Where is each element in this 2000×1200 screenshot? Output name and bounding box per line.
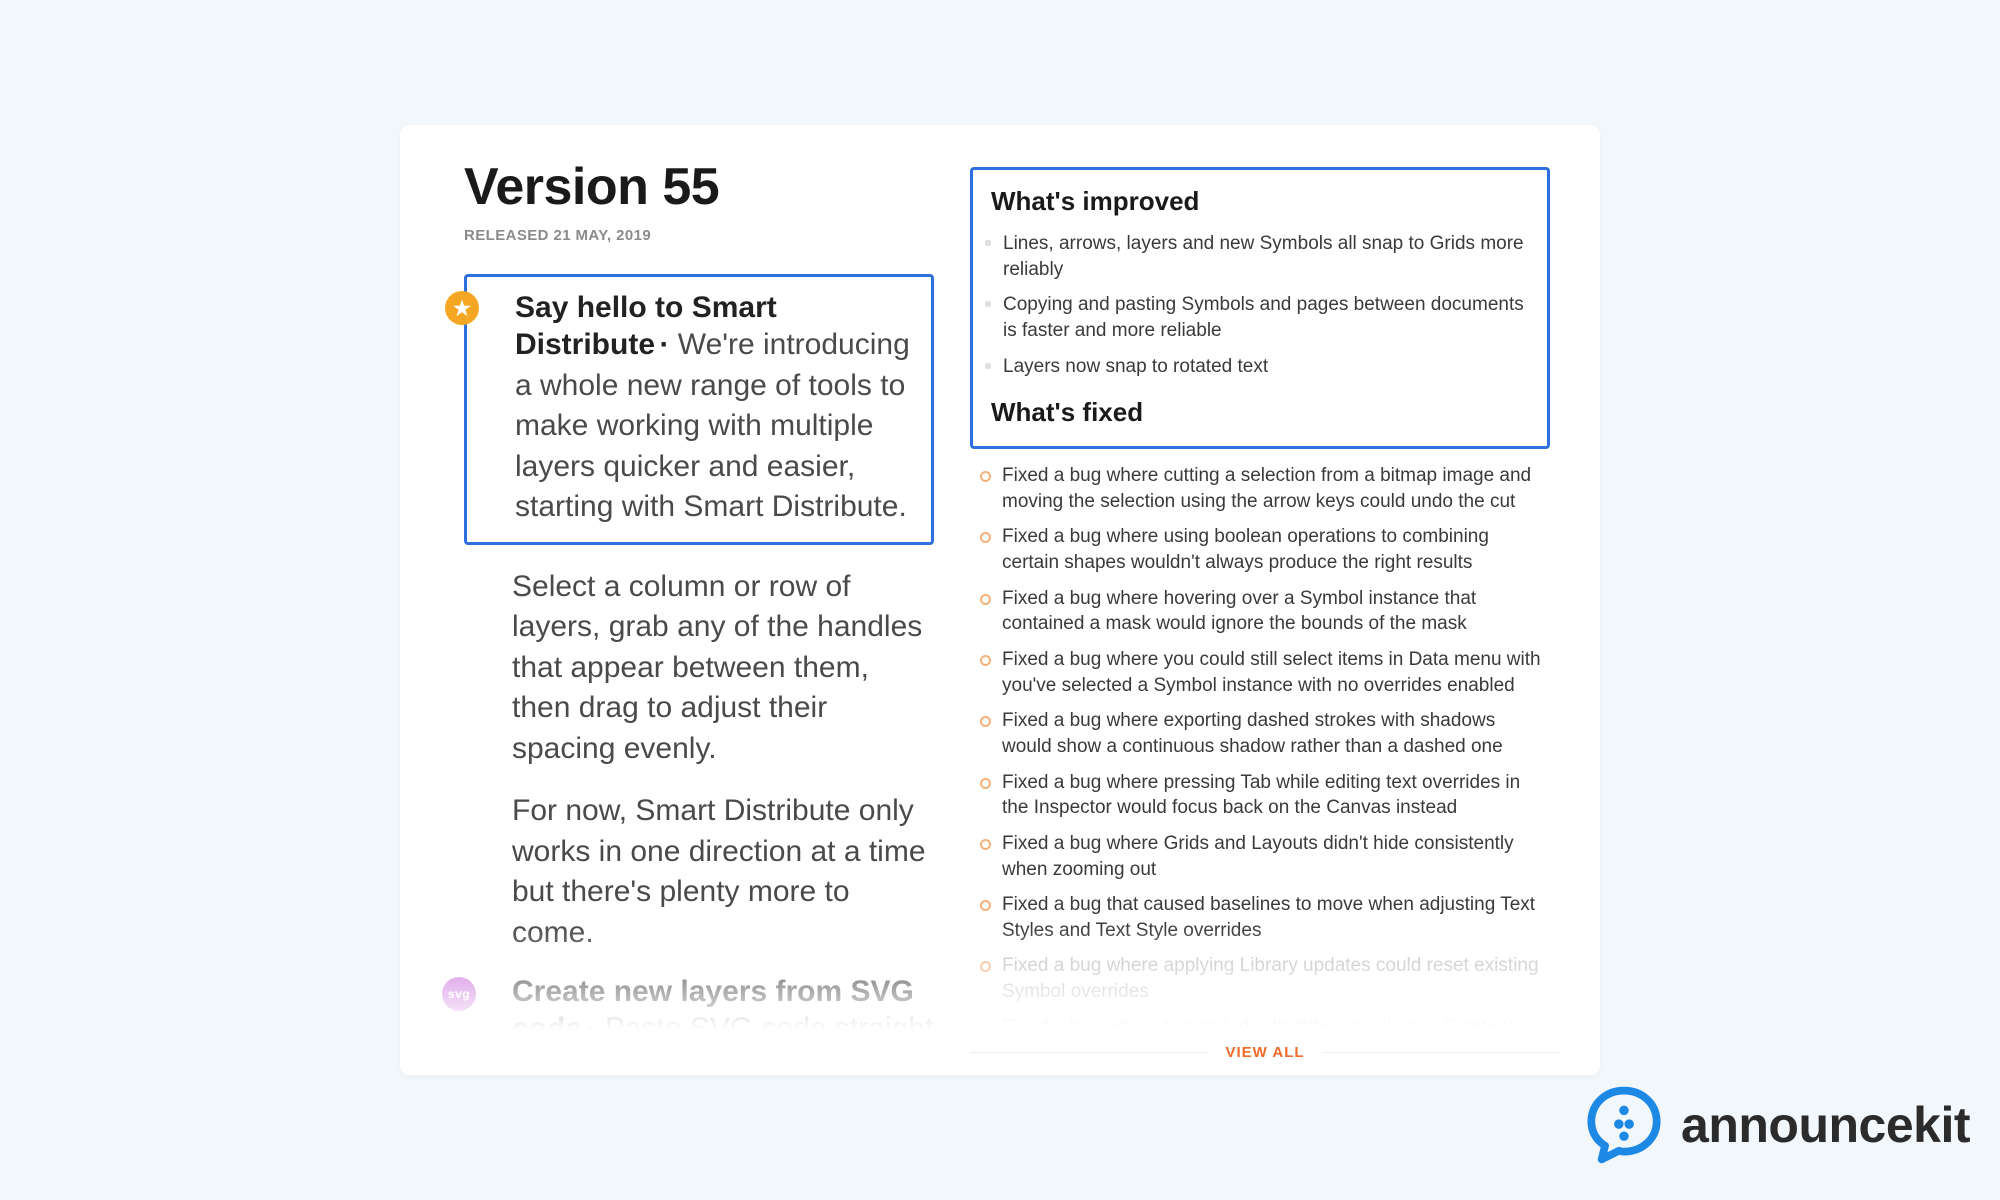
star-icon: ★ — [445, 291, 479, 325]
improved-list: Lines, arrows, layers and new Symbols al… — [991, 231, 1529, 379]
list-item: Lines, arrows, layers and new Symbols al… — [991, 231, 1529, 282]
announcekit-icon — [1581, 1082, 1667, 1168]
release-notes-card: Version 55 RELEASED 21 MAY, 2019 ★ Say h… — [400, 125, 1600, 1075]
divider — [970, 1052, 1207, 1053]
list-item: Fixed a bug where cutting a selection fr… — [988, 463, 1550, 514]
svg-icon: svg — [442, 977, 476, 1011]
fixed-list: Fixed a bug where cutting a selection fr… — [970, 463, 1550, 1066]
feature-svg-code: svg Create new layers from SVG code · Pa… — [464, 975, 934, 1075]
brand-logo: announcekit — [1581, 1082, 1970, 1168]
divider — [1323, 1052, 1560, 1053]
page-title: Version 55 — [464, 157, 934, 217]
list-item: Fixed a bug where exporting dashed strok… — [988, 708, 1550, 759]
list-item: Copying and pasting Symbols and pages be… — [991, 292, 1529, 343]
paragraph: For now, Smart Distribute only works in … — [464, 791, 934, 953]
feature-smart-distribute: ★ Say hello to Smart Distribute · We're … — [464, 274, 934, 545]
list-item: Fixed a bug that caused baselines to mov… — [988, 892, 1550, 943]
list-item: Fixed a bug where pressing Tab while edi… — [988, 770, 1550, 821]
list-item: Fixed a bug where using boolean operatio… — [988, 524, 1550, 575]
improved-and-fixed-highlight: What's improved Lines, arrows, layers an… — [970, 167, 1550, 449]
view-all-button[interactable]: VIEW ALL — [1207, 1044, 1322, 1061]
list-item: Layers now snap to rotated text — [991, 354, 1529, 380]
left-column: Version 55 RELEASED 21 MAY, 2019 ★ Say h… — [464, 157, 934, 1075]
improved-heading: What's improved — [991, 186, 1529, 217]
release-date: RELEASED 21 MAY, 2019 — [464, 227, 934, 244]
list-item: Fixed a bug where you could still select… — [988, 647, 1550, 698]
list-item: Fixed a bug where Grids and Layouts didn… — [988, 831, 1550, 882]
fixed-heading: What's fixed — [991, 397, 1529, 428]
paragraph: Select a column or row of layers, grab a… — [464, 567, 934, 770]
brand-name: announcekit — [1681, 1096, 1970, 1154]
list-item: Fixed a bug where hovering over a Symbol… — [988, 586, 1550, 637]
view-all-row: VIEW ALL — [970, 1044, 1560, 1061]
list-item: Fixed a bug where applying Library updat… — [988, 953, 1550, 1004]
right-column: What's improved Lines, arrows, layers an… — [970, 167, 1550, 1075]
